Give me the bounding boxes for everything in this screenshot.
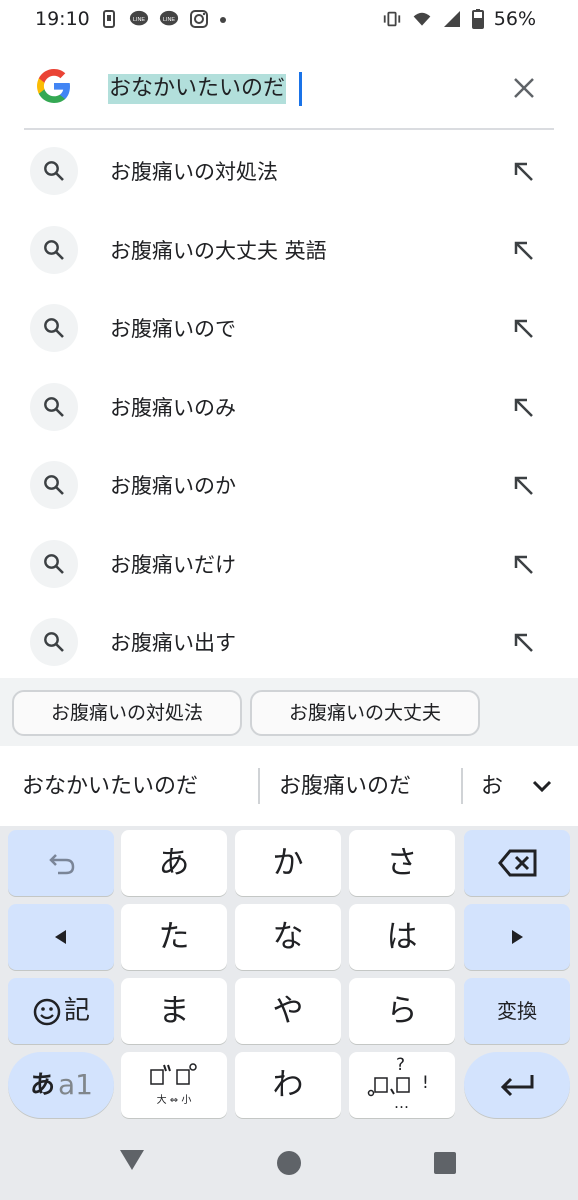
dakuten-sub-label: 大 ⇔ 小 [156,1095,192,1106]
suggestion-row[interactable]: お腹痛いのか [0,446,578,524]
suggestion-label: お腹痛いのみ [110,395,236,420]
status-bar: 19:10 LINE LINE 56% [0,0,578,44]
key-na[interactable]: な [235,904,341,970]
dakuten-key[interactable]: 大 ⇔ 小 [121,1052,227,1118]
enter-key[interactable] [464,1052,570,1118]
candidate-bar: おなかいたいのだ お腹痛いのだ お [0,746,578,826]
key-wa[interactable]: わ [235,1052,341,1118]
emoji-key-label: 記 [64,996,91,1026]
battery-icon [471,9,484,29]
sim-icon [103,10,115,28]
cursor-left-key[interactable] [8,904,114,970]
notification-icons: LINE LINE [99,9,227,29]
suggestion-chips: お腹痛いの対処法 お腹痛いの大丈夫 [0,678,578,746]
close-icon[interactable] [504,68,544,108]
key-ha[interactable]: は [349,904,455,970]
suggestion-row[interactable]: お腹痛いの大丈夫 英語 [0,211,578,289]
smiley-icon [33,998,61,1026]
undo-icon [49,854,75,875]
triangle-left-icon [55,930,66,944]
candidate-word[interactable]: お腹痛いのだ [279,768,411,800]
chip-suggestion[interactable]: お腹痛いの対処法 [12,690,242,736]
suggestion-label: お腹痛い出す [110,631,236,655]
system-icons: 56% [382,8,536,30]
search-icon [30,539,78,588]
suggestion-row[interactable]: お腹痛いだけ [0,525,578,603]
line-icon: LINE [129,10,149,26]
svg-text:LINE: LINE [133,17,145,23]
suggestion-row[interactable]: お腹痛いので [0,289,578,367]
arrow-up-left-icon[interactable] [510,629,536,655]
arrow-up-left-icon[interactable] [510,472,536,498]
search-icon [30,147,78,195]
candidate-separator [258,768,260,804]
vibrate-icon [383,11,400,27]
backspace-key[interactable] [464,830,570,896]
arrow-up-left-icon[interactable] [510,394,536,420]
candidate-word[interactable]: お [481,768,511,800]
suggestion-label: お腹痛いの対処法 [110,160,278,184]
mode-alpha-label: a1 [58,1068,93,1101]
search-icon [30,618,78,666]
search-icon [30,461,78,509]
convert-key[interactable]: 変換 [464,978,570,1044]
svg-text:LINE: LINE [163,17,175,23]
navigation-bar [0,1122,578,1200]
battery-percent: 56% [493,8,536,30]
candidate-separator [461,768,463,804]
search-icon [30,225,78,274]
flick-keyboard: あ か さ た な は 記 ま や ら 変換 あ a1 大 ⇔ 小 わ ? ! … [0,826,578,1126]
key-ya[interactable]: や [235,978,341,1044]
punctuation-key[interactable]: ? ! … [349,1052,455,1118]
emoji-symbol-key[interactable]: 記 [8,978,114,1044]
suggestion-label: お腹痛いの大丈夫 英語 [110,238,327,263]
suggestion-label: お腹痛いのか [110,474,236,498]
key-ma[interactable]: ま [121,978,227,1044]
search-icon [30,382,78,431]
suggestion-row[interactable]: お腹痛い出す [0,603,578,681]
home-icon[interactable] [276,1150,302,1176]
input-mode-key[interactable]: あ a1 [8,1052,114,1118]
enter-icon [500,1075,534,1097]
search-input[interactable]: おなかいたいのだ [108,74,287,104]
search-bar: おなかいたいのだ [0,44,578,130]
cursor-right-key[interactable] [464,904,570,970]
suggestion-label: お腹痛いだけ [110,552,236,577]
google-logo[interactable] [34,66,74,106]
chip-suggestion[interactable]: お腹痛いの大丈夫 [250,690,480,736]
arrow-up-left-icon[interactable] [510,237,536,263]
status-time: 19:10 [35,8,90,30]
dot-icon [220,17,226,23]
suggestion-row[interactable]: お腹痛いの対処法 [0,132,578,210]
dakuten-icon [150,1063,197,1085]
arrow-up-left-icon[interactable] [510,315,536,341]
key-ta[interactable]: た [121,904,227,970]
chevron-down-icon[interactable] [528,772,556,800]
candidate-word[interactable]: おなかいたいのだ [22,768,198,800]
punct-bang: ! [422,1073,429,1093]
back-icon[interactable] [118,1148,146,1172]
key-sa[interactable]: さ [349,830,455,896]
line-icon: LINE [159,10,179,26]
key-a[interactable]: あ [121,830,227,896]
arrow-up-left-icon[interactable] [510,551,536,577]
suggestion-row[interactable]: お腹痛いのみ [0,368,578,446]
search-divider [24,128,554,130]
signal-icon [443,11,460,27]
wifi-icon [413,12,431,26]
undo-key[interactable] [8,830,114,896]
search-icon [30,304,78,352]
mode-kana-label: あ [30,1070,56,1099]
suggestion-label: お腹痛いので [110,317,236,341]
backspace-icon [498,849,537,877]
recents-icon[interactable] [434,1152,456,1174]
text-cursor [299,72,302,106]
key-ka[interactable]: か [235,830,341,896]
instagram-icon [190,10,208,28]
arrow-up-left-icon[interactable] [510,158,536,184]
triangle-right-icon [512,930,523,944]
